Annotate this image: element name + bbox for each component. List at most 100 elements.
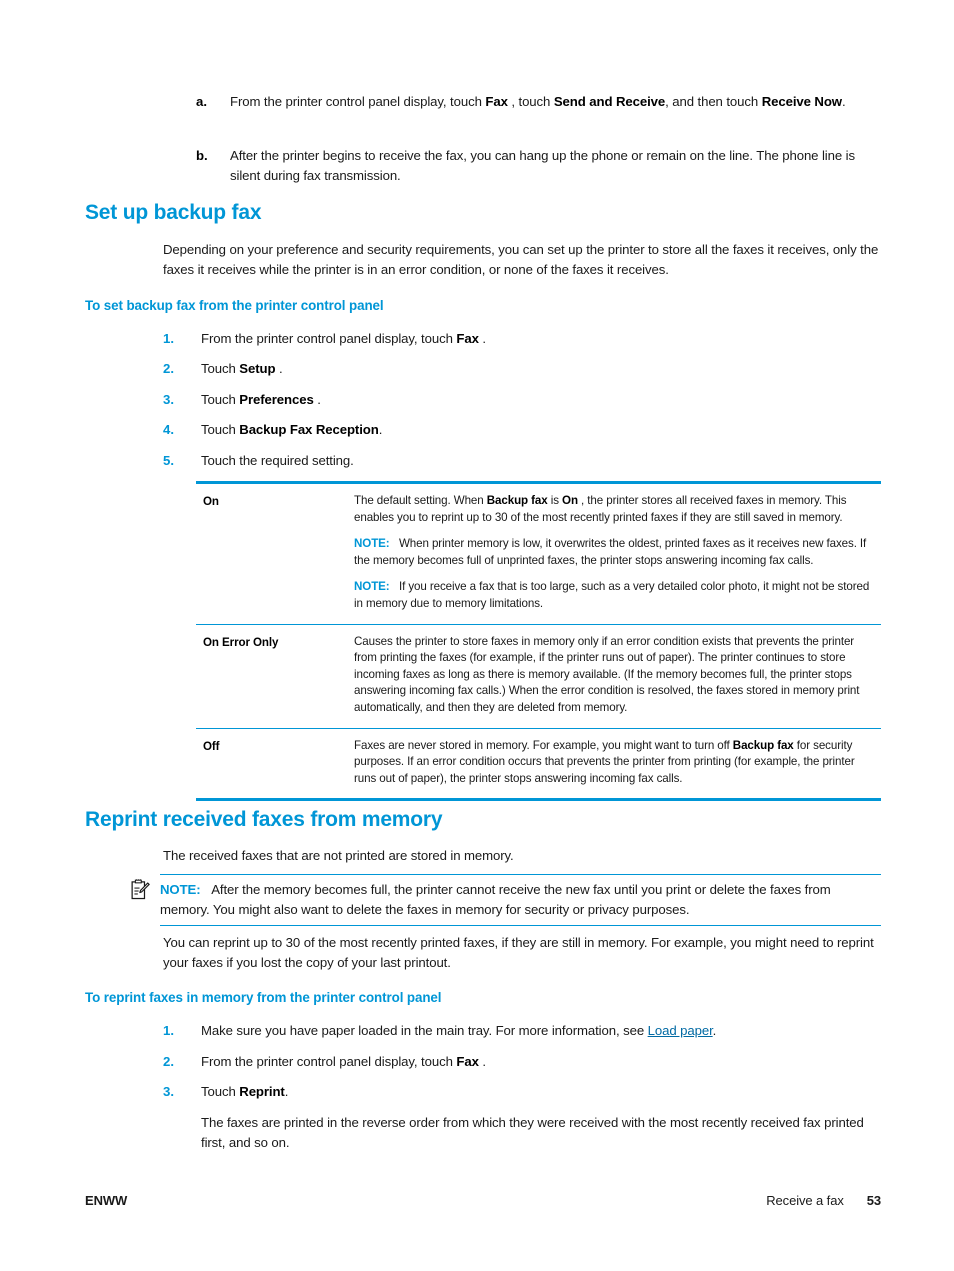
list-item: 3. Touch Reprint. [163, 1082, 881, 1102]
emphasized-term: Backup Fax Reception [239, 422, 379, 437]
table-paragraph-note: NOTE: If you receive a fax that is too l… [354, 579, 879, 612]
list-item-text: After the printer begins to receive the … [230, 146, 882, 185]
cross-reference-link[interactable]: Load paper [648, 1023, 713, 1038]
list-marker: 5. [163, 453, 174, 468]
list-item-text: From the printer control panel display, … [201, 329, 881, 349]
emphasized-term: Receive Now [761, 94, 842, 109]
paragraph-text: Faxes are never stored in memory. For ex… [354, 739, 855, 785]
page-heading-reprint-received-faxes: Reprint received faxes from memory [85, 808, 443, 831]
list-item-text: From the printer control panel display, … [230, 92, 882, 112]
table-cell-setting-name: Off [203, 739, 220, 753]
list-item-text: Touch the required setting. [201, 451, 881, 471]
text-run: , and then touch [665, 94, 762, 109]
subheading-reprint-faxes-control-panel: To reprint faxes in memory from the prin… [85, 990, 442, 1005]
text-run: . [841, 94, 846, 109]
text-run: Touch [201, 1084, 240, 1099]
text-run: From the printer control panel display, … [201, 1054, 457, 1069]
table-row: On The default setting. When Backup fax … [196, 484, 881, 624]
text-run: When printer memory is low, it overwrite… [354, 537, 867, 567]
page-heading-set-up-backup-fax: Set up backup fax [85, 201, 262, 224]
table-paragraph: Faxes are never stored in memory. For ex… [354, 738, 879, 788]
text-run: . [275, 361, 283, 376]
note-callout: NOTE: After the memory becomes full, the… [160, 874, 881, 926]
list-item: 1. From the printer control panel displa… [163, 329, 881, 349]
note-label: NOTE: [160, 882, 201, 897]
list-item: 2. Touch Setup . [163, 359, 881, 379]
text-run: Touch the required setting. [201, 453, 354, 468]
note-label: NOTE: [354, 580, 390, 594]
text-run: . [478, 1054, 486, 1069]
text-run: . [378, 422, 383, 437]
document-page: a. From the printer control panel displa… [0, 0, 954, 1271]
list-marker: 1. [163, 331, 174, 346]
backup-fax-settings-table: On The default setting. When Backup fax … [196, 481, 881, 802]
list-marker: 4. [163, 422, 174, 437]
list-marker: 2. [163, 361, 174, 376]
list-marker: 1. [163, 1023, 174, 1038]
note-label: NOTE: [354, 537, 390, 551]
list-item: 4. Touch Backup Fax Reception. [163, 420, 881, 440]
text-run: If you receive a fax that is too large, … [354, 580, 870, 610]
note-clipboard-icon [131, 879, 150, 900]
text-run: After the printer begins to receive the … [230, 148, 855, 183]
list-item: 2. From the printer control panel displa… [163, 1052, 881, 1072]
list-marker: 2. [163, 1054, 174, 1069]
list-item: b. After the printer begins to receive t… [196, 146, 882, 185]
table-cell-description: Causes the printer to store faxes in mem… [354, 625, 881, 728]
list-item-text: Touch Reprint. [201, 1082, 881, 1102]
list-item: 5. Touch the required setting. [163, 451, 881, 471]
table-row: On Error Only Causes the printer to stor… [196, 623, 881, 728]
list-marker: b. [196, 148, 208, 163]
text-run: Make sure you have paper loaded in the m… [201, 1023, 648, 1038]
section-reprint-body: You can reprint up to 30 of the most rec… [163, 935, 874, 970]
text-run: Touch [201, 361, 240, 376]
paragraph-text: Causes the printer to store faxes in mem… [354, 634, 860, 714]
text-run: . [284, 1084, 289, 1099]
text-run: . [478, 331, 486, 346]
list-item-text: Touch Setup . [201, 359, 881, 379]
emphasized-term: Fax [456, 331, 479, 346]
paragraph-text: The default setting. When Backup fax is … [354, 494, 847, 524]
text-run: From the printer control panel display, … [230, 94, 486, 109]
table-cell-setting-name: On Error Only [203, 635, 279, 649]
list-item-text: Touch Backup Fax Reception. [201, 420, 881, 440]
list-marker: 3. [163, 392, 174, 407]
text-run: is [547, 494, 563, 507]
list-item-text: Make sure you have paper loaded in the m… [201, 1021, 881, 1041]
list-marker: a. [196, 94, 207, 109]
list-item: a. From the printer control panel displa… [196, 92, 882, 112]
text-run: Causes the printer to store faxes in mem… [354, 634, 860, 714]
emphasized-term: Reprint [239, 1084, 285, 1099]
emphasized-term: Fax [485, 94, 508, 109]
list-marker: 3. [163, 1084, 174, 1099]
text-run: From the printer control panel display, … [201, 331, 457, 346]
paragraph-text: If you receive a fax that is too large, … [354, 580, 869, 610]
text-run: Touch [201, 392, 240, 407]
footer-section-and-page: Receive a fax 53 [766, 1193, 881, 1208]
footer-language-code: ENWW [85, 1193, 128, 1208]
table-cell-description: Faxes are never stored in memory. For ex… [354, 729, 881, 799]
emphasized-term: Setup [239, 361, 276, 376]
text-run: . [712, 1023, 717, 1038]
table-paragraph: Causes the printer to store faxes in mem… [354, 634, 879, 717]
footer-section-title: Receive a fax [766, 1193, 844, 1208]
section-reprint-closing: The faxes are printed in the reverse ord… [201, 1115, 864, 1150]
emphasized-term: On [562, 494, 578, 507]
table-row: Off Faxes are never stored in memory. Fo… [196, 727, 881, 799]
emphasized-term: Fax [456, 1054, 479, 1069]
table-cell-setting-name: On [203, 495, 219, 508]
emphasized-term: Preferences [239, 392, 314, 407]
list-item-text: From the printer control panel display, … [201, 1052, 881, 1072]
emphasized-term: Backup fax [486, 494, 548, 507]
text-run: , touch [507, 94, 554, 109]
note-text: After the memory becomes full, the print… [160, 882, 831, 917]
table-paragraph-note: NOTE: When printer memory is low, it ove… [354, 536, 879, 569]
section-backup-intro: Depending on your preference and securit… [163, 242, 879, 277]
emphasized-term: Send and Receive [553, 94, 666, 109]
section-reprint-intro: The received faxes that are not printed … [163, 848, 514, 863]
list-item: 3. Touch Preferences . [163, 390, 881, 410]
subheading-set-backup-fax-control-panel: To set backup fax from the printer contr… [85, 298, 384, 313]
text-run: Faxes are never stored in memory. For ex… [354, 738, 733, 752]
emphasized-term: Backup fax [732, 738, 794, 752]
list-item-text: Touch Preferences . [201, 390, 881, 410]
